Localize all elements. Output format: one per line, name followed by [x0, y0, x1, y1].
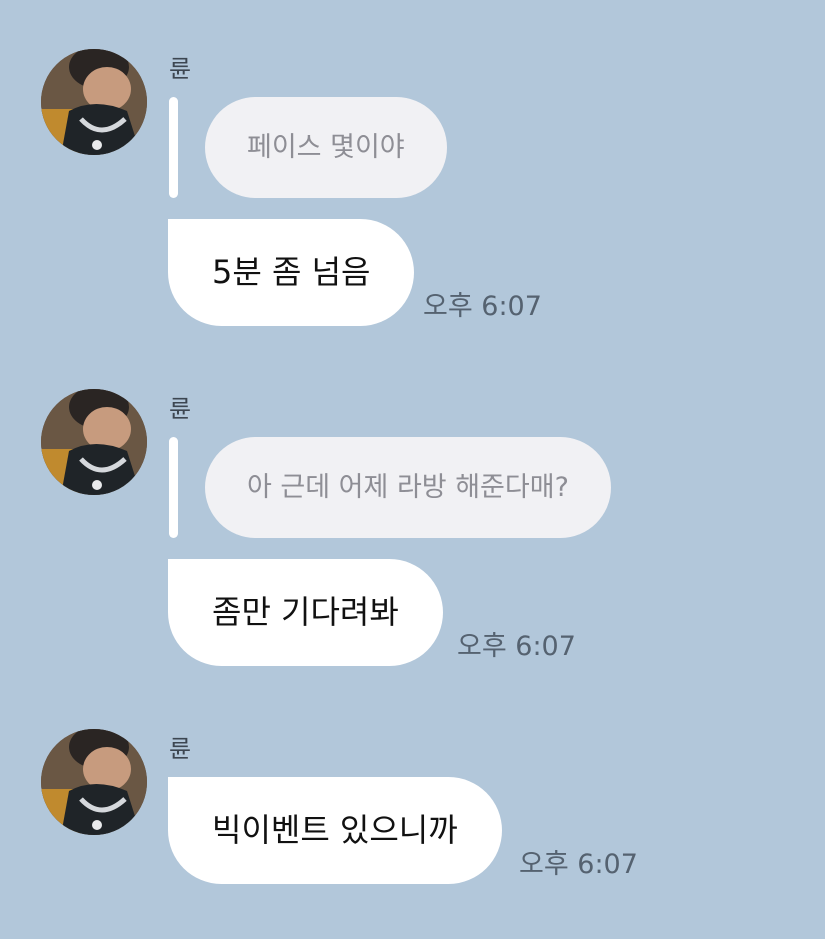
message-group: 륜 빅이벤트 있으니까 오후 6:07 [0, 729, 825, 889]
avatar[interactable] [41, 49, 147, 155]
quoted-message-bubble[interactable]: 아 근데 어제 라방 해준다매? [205, 437, 611, 538]
message-bubble[interactable]: 빅이벤트 있으니까 [168, 777, 502, 884]
message-timestamp: 오후 6:07 [457, 631, 576, 662]
sender-name: 륜 [169, 55, 192, 83]
message-bubble[interactable]: 5분 좀 넘음 [168, 219, 415, 326]
reply-indicator-bar [169, 437, 178, 538]
message-group: 륜 아 근데 어제 라방 해준다매? 좀만 기다려봐 오후 6:07 [0, 389, 825, 669]
sender-name: 륜 [169, 395, 192, 423]
avatar[interactable] [41, 389, 147, 495]
reply-indicator-bar [169, 97, 178, 198]
message-bubble[interactable]: 좀만 기다려봐 [168, 559, 443, 666]
profile-photo-icon [41, 729, 147, 835]
quoted-message-bubble[interactable]: 페이스 몇이야 [205, 97, 447, 198]
message-timestamp: 오후 6:07 [519, 849, 638, 880]
sender-name: 륜 [169, 735, 192, 763]
message-group: 륜 페이스 몇이야 5분 좀 넘음 오후 6:07 [0, 49, 825, 329]
profile-photo-icon [41, 389, 147, 495]
message-timestamp: 오후 6:07 [423, 291, 542, 322]
profile-photo-icon [41, 49, 147, 155]
avatar[interactable] [41, 729, 147, 835]
